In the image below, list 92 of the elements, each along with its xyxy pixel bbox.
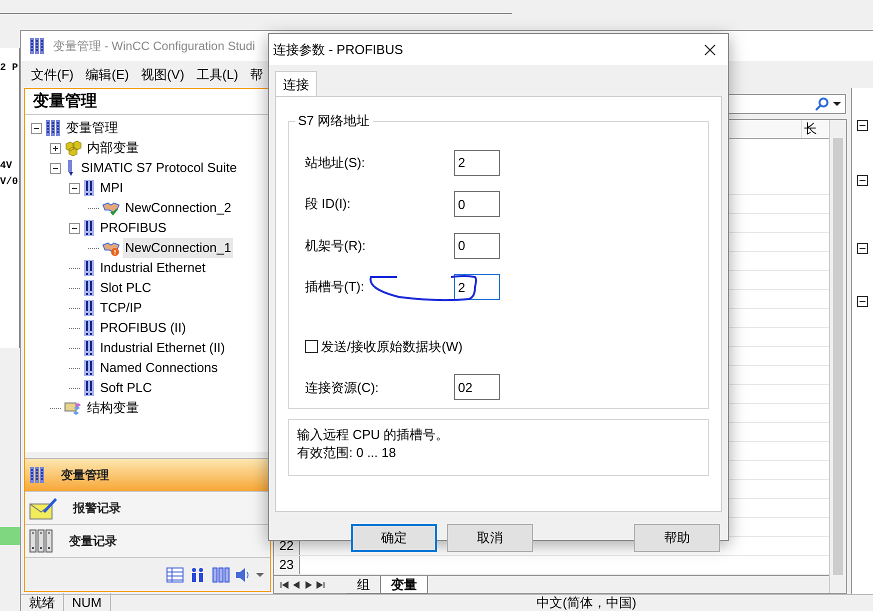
collapse-icon [857, 243, 868, 254]
caret-icon [833, 100, 841, 106]
menu-item[interactable]: 工具(L) [190, 64, 244, 84]
collapse-toggle[interactable] [69, 182, 80, 194]
struct-icon [64, 400, 82, 416]
channel-icon [83, 259, 95, 277]
input-field[interactable]: 2 [454, 274, 500, 300]
info-text: 有效范围: 0 ... 18 [297, 444, 397, 462]
channel-icon [83, 179, 95, 197]
channel-icon [83, 299, 95, 317]
input-field[interactable]: 2 [454, 150, 500, 176]
nav-section[interactable]: 变量管理 [25, 459, 270, 492]
channel-icon [83, 219, 95, 237]
tree-item[interactable]: Named Connections [98, 358, 220, 378]
nav-section[interactable]: 报警记录 [25, 492, 270, 525]
checkbox[interactable] [305, 340, 318, 354]
envelope-pen-icon [29, 496, 57, 520]
status-text: 中文(简体，中国) [536, 594, 638, 611]
table-icon [166, 566, 184, 582]
nav-section[interactable]: 变量记录 [25, 525, 270, 558]
tree-item[interactable]: TCP/IP [98, 298, 144, 318]
close-button[interactable] [702, 42, 718, 58]
channel-icon [83, 279, 95, 297]
tree-item[interactable]: PROFIBUS (II) [98, 318, 188, 338]
menu-item[interactable]: 编辑(E) [80, 64, 135, 84]
sheet-tab[interactable]: 变量 [381, 576, 428, 594]
bars-icon [212, 566, 230, 582]
collapse-toggle[interactable] [31, 122, 42, 134]
tree-item[interactable]: SIMATIC S7 Protocol Suite [79, 158, 239, 178]
search-icon [815, 96, 829, 110]
group-title: S7 网络地址 [295, 113, 373, 129]
cubes-icon [64, 140, 82, 156]
channel-icon [83, 339, 95, 357]
window-title: 变量管理 - WinCC Configuration Studi [53, 38, 256, 55]
speaker-icon [235, 566, 251, 582]
field-label: 机架号(R): [305, 238, 366, 253]
input-field[interactable]: 0 [454, 191, 500, 218]
field-label: 站地址(S): [305, 154, 365, 170]
handshake-warning-icon [102, 240, 120, 256]
close-icon [704, 44, 716, 56]
tree-item[interactable]: NewConnection_1 [123, 238, 234, 258]
tree-item[interactable]: Slot PLC [98, 278, 154, 298]
menu-item[interactable]: 文件(F) [25, 64, 80, 84]
tree-item[interactable]: PROFIBUS [98, 218, 168, 238]
channel-icon [83, 379, 95, 397]
caret-icon [256, 572, 264, 578]
row-number: 23 [274, 556, 300, 574]
channel-icon [83, 359, 95, 377]
bars-icon [45, 119, 61, 137]
dialog-button[interactable]: 帮助 [634, 524, 720, 552]
menu-item[interactable]: 视图(V) [134, 64, 190, 84]
field-label: 段 ID(I): [305, 196, 350, 212]
sheet-tab[interactable]: 组 [347, 576, 381, 594]
bars-icon [29, 37, 45, 55]
plus-icon [52, 144, 59, 152]
tree-item[interactable]: 变量管理 [64, 118, 120, 138]
tree-item[interactable]: Industrial Ethernet [98, 258, 208, 278]
cell-text: 2 P [0, 62, 18, 76]
cell-text: V/0 [0, 176, 18, 190]
tab[interactable]: 连接 [275, 71, 317, 96]
bars-icon [29, 466, 45, 484]
tree-item[interactable]: 结构变量 [85, 398, 141, 418]
input-field[interactable]: 0 [454, 232, 500, 259]
collapse-icon [857, 296, 868, 307]
tree-item[interactable]: Soft PLC [98, 378, 154, 398]
dialog-button[interactable]: 确定 [351, 524, 437, 552]
collapse-icon [857, 120, 868, 131]
collapse-toggle[interactable] [50, 162, 61, 174]
channel-icon [83, 319, 95, 337]
collapse-toggle[interactable] [69, 222, 80, 234]
info-text: 输入远程 CPU 的插槽号。 [297, 426, 450, 444]
panel-title: 变量管理 [33, 91, 97, 112]
dialog-button[interactable]: 取消 [447, 524, 533, 552]
expand-toggle[interactable] [50, 142, 61, 154]
status-bar-fill [0, 527, 20, 545]
handshake-check-icon [102, 200, 120, 216]
collapse-icon [857, 175, 868, 186]
tree-item[interactable]: MPI [98, 178, 126, 198]
tree-item[interactable]: Industrial Ethernet (II) [98, 338, 227, 358]
tree-item[interactable]: NewConnection_2 [123, 198, 234, 218]
menu-item[interactable]: 帮 [244, 64, 270, 84]
checkbox-label: 发送/接收原始数据块(W) [321, 338, 463, 356]
field-label: 插槽号(T): [305, 279, 364, 294]
archive-icon [29, 529, 53, 553]
status-text: NUM [64, 593, 111, 611]
dialog-title: 连接参数 - PROFIBUS [273, 40, 404, 59]
vertical-scrollbar[interactable] [829, 120, 846, 593]
input-field[interactable]: 02 [454, 374, 500, 400]
field-label: 连接资源(C): [305, 380, 379, 395]
status-text: 就绪 [21, 593, 64, 611]
cell-text: 4V [0, 160, 12, 174]
tree-item[interactable]: 内部变量 [85, 138, 141, 158]
